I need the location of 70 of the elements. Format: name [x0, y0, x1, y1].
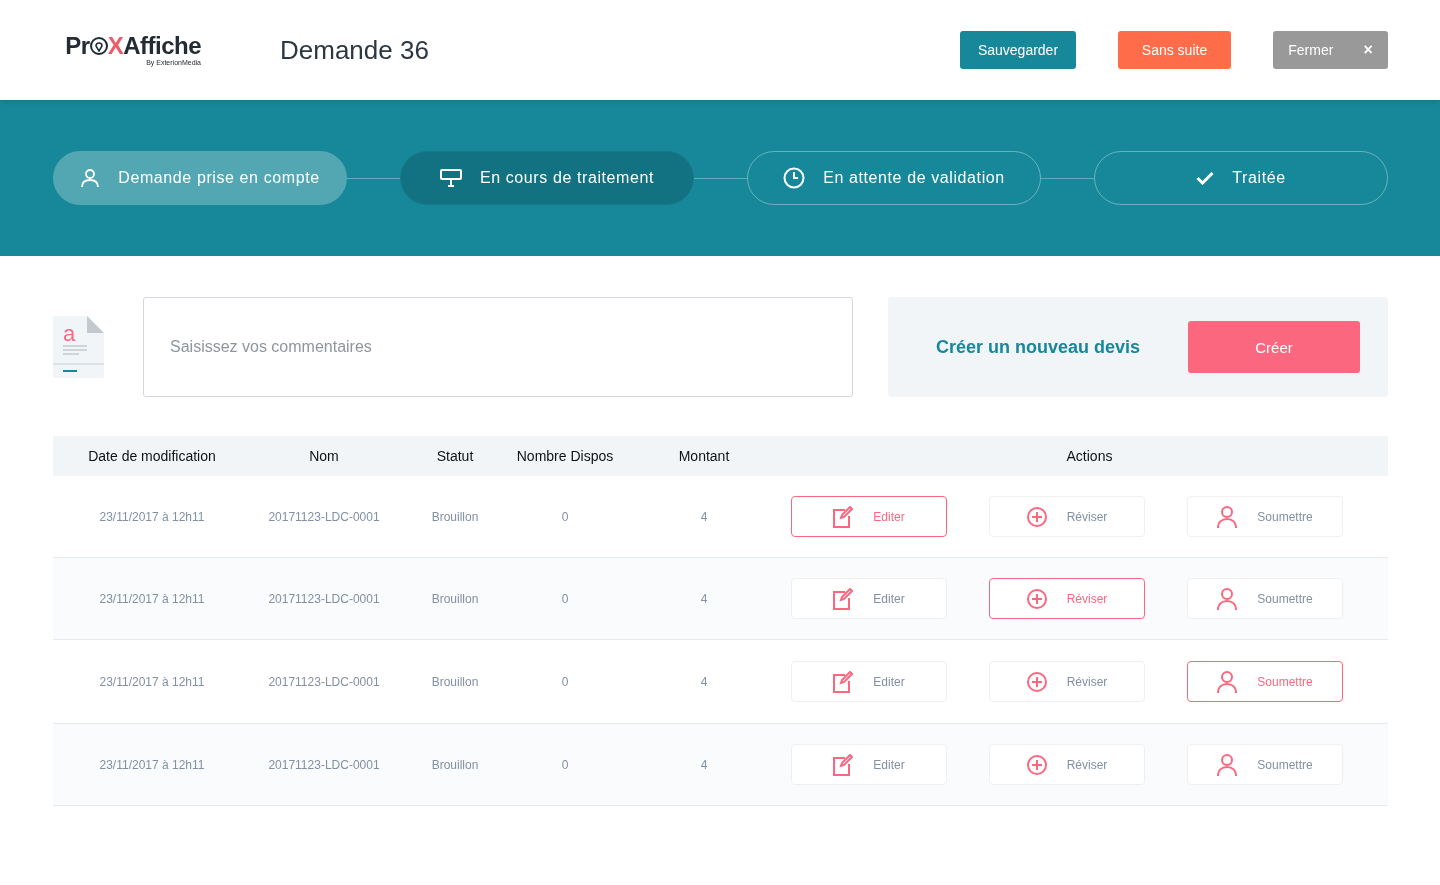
table-cell: 20171123-LDC-0001	[268, 591, 380, 606]
edit-button[interactable]: Editer	[791, 496, 947, 537]
revise-button[interactable]: Réviser	[989, 661, 1145, 702]
user-icon	[80, 168, 101, 188]
user-icon	[1217, 753, 1238, 776]
column-header: Date de modification	[88, 448, 216, 464]
revise-button[interactable]: Réviser	[989, 496, 1145, 537]
logo-text: X	[107, 34, 124, 58]
plus-circle-icon	[1026, 506, 1047, 527]
table-cell: 0	[561, 757, 569, 772]
table-cell: 23/11/2017 à 12h11	[99, 591, 205, 606]
document-icon: a	[53, 316, 104, 378]
submit-button[interactable]: Soumettre	[1187, 578, 1343, 619]
submit-button[interactable]: Soumettre	[1187, 744, 1343, 785]
step-label: Traitée	[1232, 169, 1286, 187]
step-label: En attente de validation	[823, 169, 1005, 187]
save-button[interactable]: Sauvegarder	[960, 31, 1076, 69]
submit-button[interactable]: Soumettre	[1187, 661, 1343, 702]
edit-icon	[833, 505, 854, 528]
table-cell: Brouillon	[431, 674, 479, 689]
table-cell: 23/11/2017 à 12h11	[99, 674, 205, 689]
edit-button[interactable]: Editer	[791, 661, 947, 702]
table-cell: Brouillon	[431, 509, 479, 524]
column-header: Statut	[436, 448, 474, 464]
logo-text: Affiche	[123, 34, 201, 58]
table-cell: 20171123-LDC-0001	[268, 509, 380, 524]
user-icon	[1217, 670, 1238, 693]
edit-icon	[833, 753, 854, 776]
table-cell: Brouillon	[431, 591, 479, 606]
revise-button[interactable]: Réviser	[989, 744, 1145, 785]
table-cell: 20171123-LDC-0001	[268, 674, 380, 689]
column-header: Nom	[309, 448, 339, 464]
table-cell: 4	[700, 757, 708, 772]
edit-icon	[833, 670, 854, 693]
plus-circle-icon	[1026, 754, 1047, 775]
signboard-icon	[439, 169, 462, 187]
step-label: En cours de traitement	[479, 169, 655, 187]
plus-circle-icon	[1026, 671, 1047, 692]
plus-circle-icon	[1026, 588, 1047, 609]
pin-circle-icon	[89, 37, 108, 55]
page-title: Demande 36	[280, 34, 430, 66]
table-cell: 4	[700, 674, 708, 689]
column-header: Actions	[1066, 448, 1113, 464]
table-cell: 4	[700, 591, 708, 606]
step-label: Demande prise en compte	[118, 169, 320, 187]
table-cell: Brouillon	[431, 757, 479, 772]
column-header: Nombre Dispos	[516, 448, 614, 464]
edit-button[interactable]: Editer	[791, 744, 947, 785]
close-button[interactable]: Fermer ×	[1273, 31, 1388, 69]
comment-field[interactable]: Saisissez vos commentaires	[143, 297, 853, 397]
revise-button[interactable]: Réviser	[989, 578, 1145, 619]
table-cell: 0	[561, 591, 569, 606]
edit-icon	[833, 587, 854, 610]
table-cell: 0	[561, 509, 569, 524]
new-quote-label: Créer un nouveau devis	[936, 336, 1141, 358]
table-cell: 23/11/2017 à 12h11	[99, 757, 205, 772]
create-button[interactable]: Créer	[1188, 321, 1360, 373]
column-header: Montant	[678, 448, 730, 464]
dismiss-button[interactable]: Sans suite	[1118, 31, 1231, 69]
submit-button[interactable]: Soumettre	[1187, 496, 1343, 537]
table-cell: 23/11/2017 à 12h11	[99, 509, 205, 524]
user-icon	[1217, 587, 1238, 610]
check-icon	[1196, 171, 1215, 185]
table-cell: 4	[700, 509, 708, 524]
table-cell: 20171123-LDC-0001	[268, 757, 380, 772]
table-cell: 0	[561, 674, 569, 689]
user-icon	[1217, 505, 1238, 528]
edit-button[interactable]: Editer	[791, 578, 947, 619]
logo-text: Pr	[65, 34, 90, 58]
clock-icon	[783, 167, 806, 189]
